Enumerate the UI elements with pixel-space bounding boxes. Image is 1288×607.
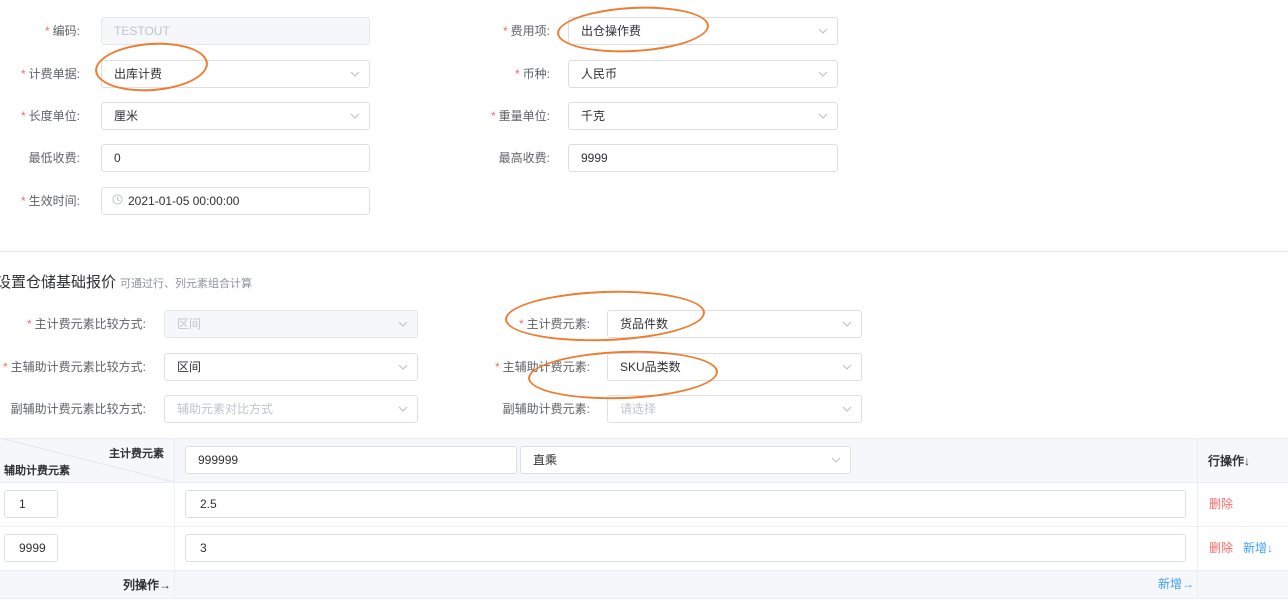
billing-doc-label: * 计费单据: xyxy=(20,67,80,81)
sub-aux-element-label: 副辅助计费元素: xyxy=(502,402,590,416)
matrix-footer-row xyxy=(0,570,1288,598)
column-value-input[interactable]: 999999 xyxy=(185,446,517,474)
main-compare-label: * 主计费元素比较方式: xyxy=(26,317,146,331)
main-element-select[interactable]: 货品件数 xyxy=(607,310,862,338)
max-fee-input[interactable]: 9999 xyxy=(568,144,838,172)
col-add-link[interactable]: 新增→ xyxy=(1158,576,1194,592)
chevron-down-icon xyxy=(398,320,408,328)
chevron-down-icon xyxy=(350,112,360,120)
chevron-down-icon xyxy=(842,320,852,328)
billing-doc-select[interactable]: 出库计费 xyxy=(101,60,370,88)
currency-label: * 币种: xyxy=(514,67,550,81)
max-fee-label: 最高收费: xyxy=(498,151,550,165)
main-element-label: * 主计费元素: xyxy=(518,317,590,331)
code-input[interactable]: TESTOUT xyxy=(101,17,370,45)
row-key-input[interactable]: 1 xyxy=(4,490,58,518)
table-border xyxy=(1197,438,1198,598)
fee-item-label: * 费用项: xyxy=(502,24,550,38)
weight-unit-label: * 重量单位: xyxy=(490,109,550,123)
code-label: * 编码: xyxy=(44,24,80,38)
chevron-down-icon xyxy=(831,456,841,464)
min-fee-label: 最低收费: xyxy=(28,151,80,165)
chevron-down-icon xyxy=(398,363,408,371)
row-add-link[interactable]: 新增↓ xyxy=(1243,540,1273,556)
chevron-down-icon xyxy=(350,70,360,78)
corner-top-label: 主计费元素 xyxy=(109,448,164,460)
row-delete-link[interactable]: 删除 xyxy=(1209,540,1233,556)
table-border xyxy=(174,438,175,598)
sub-aux-compare-select[interactable]: 辅助元素对比方式 xyxy=(164,395,418,423)
weight-unit-select[interactable]: 千克 xyxy=(568,102,838,130)
main-aux-compare-label: * 主辅助计费元素比较方式: xyxy=(2,360,146,374)
table-border xyxy=(0,438,1288,439)
length-unit-label: * 长度单位: xyxy=(20,109,80,123)
effective-time-picker[interactable]: 2021-01-05 00:00:00 xyxy=(101,187,370,215)
sub-aux-compare-label: 副辅助计费元素比较方式: xyxy=(10,402,146,416)
section-divider xyxy=(0,251,1288,252)
chevron-down-icon xyxy=(842,363,852,371)
chevron-down-icon xyxy=(398,405,408,413)
row-key-input[interactable]: 9999 xyxy=(4,534,58,562)
section-subtitle: 可通过行、列元素组合计算 xyxy=(120,278,253,290)
row-value-input[interactable]: 2.5 xyxy=(185,490,1186,518)
chevron-down-icon xyxy=(842,405,852,413)
table-border xyxy=(0,482,1288,483)
clock-icon xyxy=(112,188,123,214)
main-aux-compare-select[interactable]: 区间 xyxy=(164,353,418,381)
main-aux-element-label: * 主辅助计费元素: xyxy=(494,360,590,374)
length-unit-select[interactable]: 厘米 xyxy=(101,102,370,130)
min-fee-input[interactable]: 0 xyxy=(101,144,370,172)
column-mode-select[interactable]: 直乘 xyxy=(520,446,851,474)
row-ops-header: 行操作↓ xyxy=(1208,454,1251,468)
fee-item-select[interactable]: 出仓操作费 xyxy=(568,17,838,45)
row-value-input[interactable]: 3 xyxy=(185,534,1186,562)
table-border xyxy=(0,570,1288,571)
chevron-down-icon xyxy=(818,70,828,78)
main-compare-select[interactable]: 区间 xyxy=(164,310,418,338)
chevron-down-icon xyxy=(818,112,828,120)
section-title: 设置仓储基础报价 可通过行、列元素组合计算 xyxy=(0,274,253,291)
currency-select[interactable]: 人民币 xyxy=(568,60,838,88)
table-border xyxy=(0,598,1288,599)
chevron-down-icon xyxy=(818,27,828,35)
main-aux-element-select[interactable]: SKU品类数 xyxy=(607,353,862,381)
sub-aux-element-select[interactable]: 请选择 xyxy=(607,395,862,423)
row-delete-link[interactable]: 删除 xyxy=(1209,496,1233,512)
effective-time-label: * 生效时间: xyxy=(20,194,80,208)
table-border xyxy=(0,526,1288,527)
corner-bottom-label: 辅助计费元素 xyxy=(4,465,70,477)
col-ops-label: 列操作→ xyxy=(123,578,172,592)
